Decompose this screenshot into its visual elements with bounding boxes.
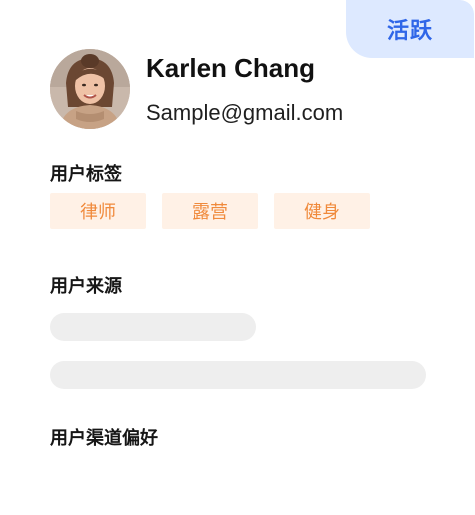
user-profile-card: 活跃 Karlen Chang Sample@gmail.com 用户标签 律师…	[0, 0, 474, 514]
avatar-photo-icon	[50, 49, 130, 129]
channel-section-title: 用户渠道偏好	[50, 428, 158, 449]
user-email: Sample@gmail.com	[146, 100, 344, 125]
tags-section-title: 用户标签	[50, 164, 122, 185]
source-skeleton-short	[50, 313, 256, 341]
tag-camping[interactable]: 露营	[162, 193, 258, 229]
source-section-title: 用户来源	[50, 276, 122, 297]
source-skeleton-long	[50, 361, 426, 389]
tag-fitness[interactable]: 健身	[274, 193, 370, 229]
user-name: Karlen Chang	[146, 53, 316, 83]
tag-lawyer[interactable]: 律师	[50, 193, 146, 229]
avatar	[50, 49, 130, 129]
status-badge: 活跃	[346, 0, 474, 58]
tag-list: 律师 露营 健身	[50, 193, 370, 229]
